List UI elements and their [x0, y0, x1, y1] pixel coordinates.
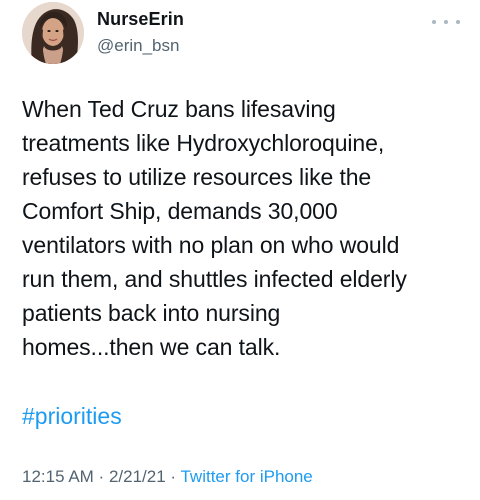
tweet-metadata: 12:15 AM · 2/21/21 · Twitter for iPhone — [22, 467, 313, 487]
tweet-text-line: patients back into nursing — [22, 300, 281, 326]
tweet-body: When Ted Cruz bans lifesaving treatments… — [22, 92, 472, 364]
meta-separator: · — [93, 467, 109, 486]
tweet-text-line: Comfort Ship, demands 30,000 — [22, 198, 338, 224]
tweet-time[interactable]: 12:15 AM — [22, 467, 94, 486]
more-horizontal-icon-dot — [444, 20, 448, 24]
tweet-text-line: run them, and shuttles infected elderly — [22, 266, 407, 292]
meta-separator: · — [165, 467, 181, 486]
tweet-text-line: treatments like Hydroxychloroquine, — [22, 130, 385, 156]
author-handle[interactable]: @erin_bsn — [97, 36, 179, 56]
avatar[interactable] — [22, 2, 84, 64]
author-display-name[interactable]: NurseErin — [97, 9, 184, 30]
avatar-image — [22, 2, 84, 64]
tweet-text-line: When Ted Cruz bans lifesaving — [22, 96, 336, 122]
more-options-button[interactable] — [432, 12, 460, 32]
more-horizontal-icon — [432, 20, 436, 24]
tweet-text-line: refuses to utilize resources like the — [22, 164, 372, 190]
tweet-source-link[interactable]: Twitter for iPhone — [180, 467, 312, 486]
more-horizontal-icon-dot — [456, 20, 460, 24]
tweet-text-line: homes...then we can talk. — [22, 334, 281, 360]
hashtag-link[interactable]: #priorities — [22, 403, 122, 430]
tweet-text-line: ventilators with no plan on who would — [22, 232, 400, 258]
tweet-card: NurseErin @erin_bsn When Ted Cruz bans l… — [0, 0, 480, 500]
tweet-date[interactable]: 2/21/21 — [109, 467, 166, 486]
